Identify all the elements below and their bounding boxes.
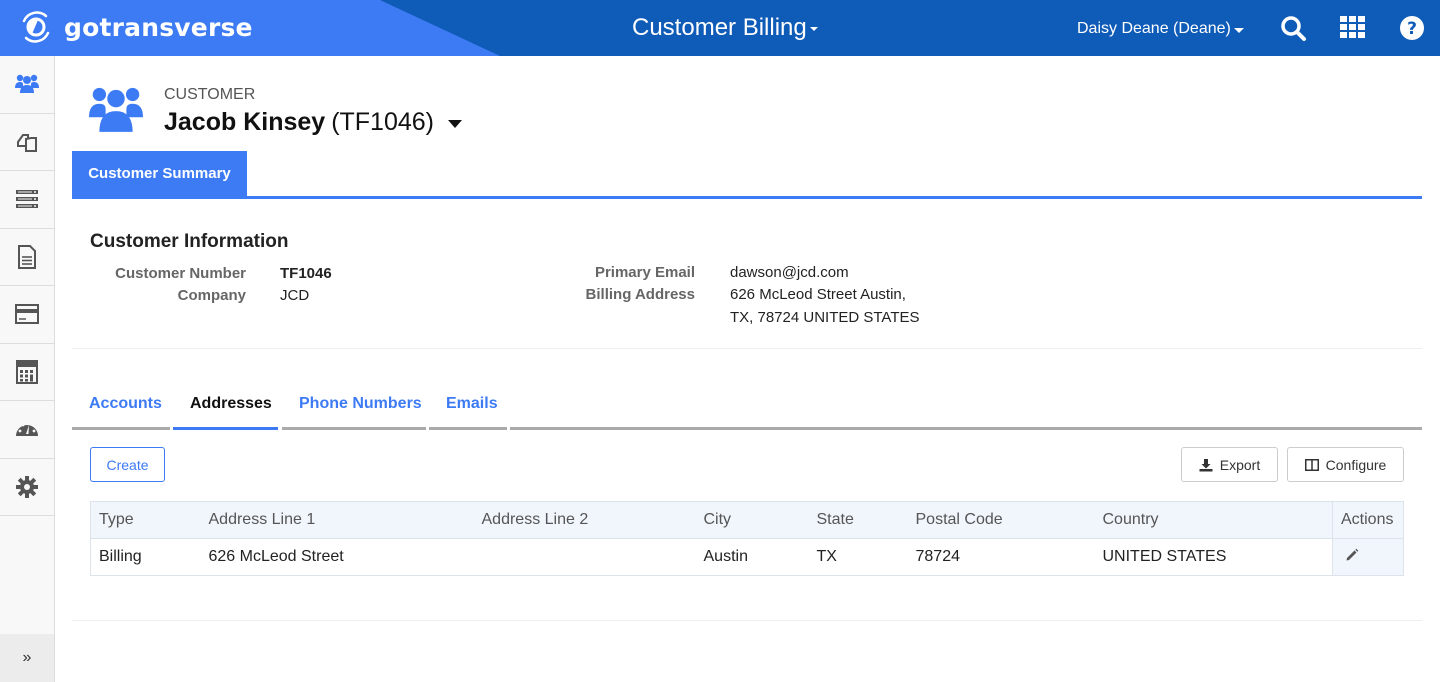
section-title: Customer Information xyxy=(90,231,289,252)
main-content: CUSTOMER Jacob Kinsey (TF1046) Customer … xyxy=(72,56,1422,621)
column-header-country[interactable]: Country xyxy=(1094,501,1333,539)
sidebar-item-dashboard[interactable] xyxy=(0,401,54,459)
documents-icon xyxy=(17,133,37,152)
column-header-postal-code[interactable]: Postal Code xyxy=(907,501,1095,539)
sidebar-item-payments[interactable] xyxy=(0,286,54,344)
billing-address-line1: 626 McLeod Street Austin, xyxy=(730,286,906,303)
server-list-icon xyxy=(16,190,38,209)
create-button[interactable]: Create xyxy=(90,447,165,482)
tab-emails[interactable]: Emails xyxy=(429,385,507,430)
app-title: Customer Billing xyxy=(632,14,807,41)
double-chevron-right-icon: » xyxy=(22,649,32,666)
brand-logo[interactable]: gotransverse xyxy=(18,9,253,45)
brand-name: gotransverse xyxy=(64,12,253,42)
tab-bar-filler xyxy=(510,385,1422,430)
svg-text:?: ? xyxy=(1407,19,1417,39)
tab-phone-numbers[interactable]: Phone Numbers xyxy=(282,385,426,430)
cell-actions xyxy=(1332,538,1404,576)
column-header-city[interactable]: City xyxy=(695,501,809,539)
cell-type: Billing xyxy=(99,548,142,565)
table-header-row: Type Address Line 1 Address Line 2 City … xyxy=(90,501,1404,539)
column-header-state[interactable]: State xyxy=(808,501,908,539)
cell-address-line-1: 626 McLeod Street xyxy=(208,548,344,565)
company-label: Company xyxy=(177,287,246,304)
primary-email-label: Primary Email xyxy=(594,264,695,281)
customer-label: CUSTOMER xyxy=(164,86,256,103)
caret-down-icon xyxy=(448,119,462,128)
export-button[interactable]: Export xyxy=(1181,447,1278,482)
caret-down-icon xyxy=(1233,27,1244,33)
search-icon[interactable] xyxy=(1279,14,1307,42)
customer-name: Jacob Kinsey xyxy=(164,108,326,136)
left-sidebar: » xyxy=(0,56,55,682)
column-header-address-line-2[interactable]: Address Line 2 xyxy=(473,501,696,539)
cell-state: TX xyxy=(816,548,837,565)
configure-label: Configure xyxy=(1325,456,1387,473)
gotransverse-logo-icon xyxy=(22,11,50,43)
tab-addresses[interactable]: Addresses xyxy=(173,385,278,430)
customers-icon xyxy=(15,75,39,94)
sidebar-item-servers[interactable] xyxy=(0,171,54,229)
addresses-table: Type Address Line 1 Address Line 2 City … xyxy=(90,501,1404,576)
calculator-icon xyxy=(16,359,38,384)
billing-address-label: Billing Address xyxy=(585,286,695,303)
sidebar-item-invoices[interactable] xyxy=(0,229,54,286)
caret-down-icon xyxy=(809,27,818,31)
file-text-icon xyxy=(18,244,36,269)
column-header-actions: Actions xyxy=(1332,501,1404,539)
dashboard-gauge-icon xyxy=(16,421,38,437)
customer-header: CUSTOMER Jacob Kinsey (TF1046) xyxy=(72,56,1422,151)
customer-id: (TF1046) xyxy=(331,108,434,136)
edit-pencil-icon[interactable] xyxy=(1345,548,1359,562)
cell-country: UNITED STATES xyxy=(1102,548,1227,565)
expand-sidebar-button[interactable]: » xyxy=(0,634,54,682)
sidebar-item-documents[interactable] xyxy=(0,114,54,171)
customers-icon xyxy=(89,87,143,132)
configure-button[interactable]: Configure xyxy=(1287,447,1404,482)
cell-city: Austin xyxy=(703,548,748,565)
primary-email-value: dawson@jcd.com xyxy=(730,264,849,281)
top-navigation-bar: gotransverse Customer Billing Daisy Dean… xyxy=(0,0,1440,56)
tab-accounts[interactable]: Accounts xyxy=(72,385,170,430)
apps-grid-icon[interactable] xyxy=(1339,14,1367,42)
customer-selector[interactable]: Jacob Kinsey (TF1046) xyxy=(164,108,462,137)
create-label: Create xyxy=(106,456,149,473)
credit-card-icon xyxy=(15,304,39,325)
company-value: JCD xyxy=(280,287,310,304)
cell-address-line-2 xyxy=(474,539,696,576)
download-icon xyxy=(1199,458,1213,471)
section-divider xyxy=(72,620,1422,621)
user-menu-dropdown[interactable]: Daisy Deane (Deane) xyxy=(1077,20,1244,38)
customer-number-label: Customer Number xyxy=(115,265,246,282)
tab-customer-summary[interactable]: Customer Summary xyxy=(72,151,247,196)
customer-number-value: TF1046 xyxy=(280,265,332,282)
sidebar-item-calculator[interactable] xyxy=(0,344,54,401)
summary-tab-bar: Customer Summary xyxy=(72,151,1422,199)
table-row: Billing 626 McLeod Street Austin TX 7872… xyxy=(91,538,1404,576)
app-switcher-dropdown[interactable]: Customer Billing xyxy=(632,14,818,42)
export-label: Export xyxy=(1219,456,1261,473)
help-icon[interactable]: ? xyxy=(1398,14,1426,42)
customer-detail-tabs: Accounts Addresses Phone Numbers Emails xyxy=(72,385,1422,430)
billing-address-line2: TX, 78724 UNITED STATES xyxy=(730,309,920,326)
cell-postal-code: 78724 xyxy=(915,548,961,565)
settings-gear-icon xyxy=(16,475,38,498)
column-header-type[interactable]: Type xyxy=(90,501,201,539)
user-name: Daisy Deane (Deane) xyxy=(1077,20,1231,37)
column-header-address-line-1[interactable]: Address Line 1 xyxy=(200,501,474,539)
columns-icon xyxy=(1304,458,1319,471)
sidebar-item-customers[interactable] xyxy=(0,56,54,114)
sidebar-item-settings[interactable] xyxy=(0,459,54,516)
customer-information-section: Customer Information Customer Number TF1… xyxy=(72,199,1422,349)
